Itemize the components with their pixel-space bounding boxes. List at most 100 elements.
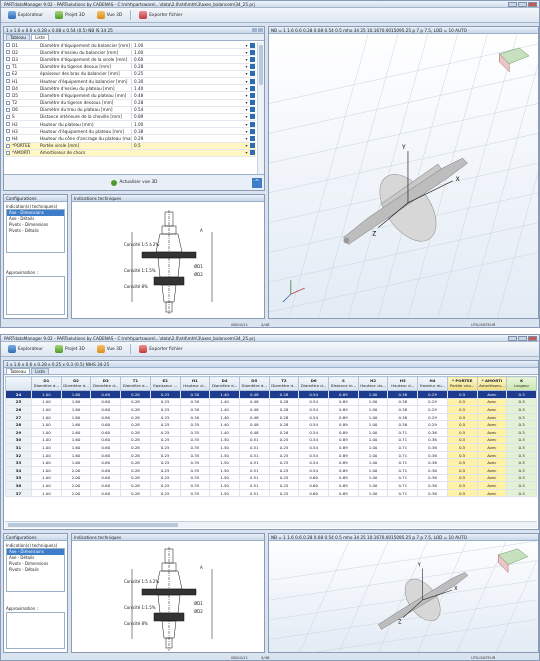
parameter-value[interactable]: 1.00	[131, 42, 244, 48]
explorer-button[interactable]: Explorateur	[4, 343, 47, 355]
table-cell[interactable]: 0.48	[238, 390, 270, 399]
table-cell[interactable]: 0.29	[417, 405, 448, 414]
table-cell[interactable]: 0.30	[179, 397, 211, 407]
table-cell[interactable]: 1.50	[209, 435, 240, 445]
indication-item[interactable]: Pivots - Détails	[7, 228, 64, 234]
table-cell[interactable]: 0.54	[298, 450, 330, 460]
table-cell[interactable]: 0.54	[298, 390, 330, 399]
table-row[interactable]: 26 1.00 1.60 0.60 0.28 0.25 0.30 1.40 0.48 0.28 0.…	[5, 405, 537, 414]
panel-pin-icon[interactable]	[252, 28, 257, 32]
table-cell[interactable]: 0.36	[417, 465, 448, 475]
table-cell[interactable]: 0.60	[90, 435, 122, 445]
table-cell[interactable]: 1.60	[60, 412, 92, 422]
table-cell[interactable]: 0.25	[149, 458, 181, 467]
export-button[interactable]: Exporter fichier	[135, 343, 186, 355]
table-cell[interactable]: 0.60	[90, 443, 122, 452]
column-header[interactable]: H4 Hauteur du...	[417, 376, 448, 391]
table-cell[interactable]: 0.28	[120, 412, 151, 422]
table-cell[interactable]: 1.00	[357, 427, 389, 437]
parameter-checkbox[interactable]	[6, 114, 10, 119]
table-cell[interactable]: 1.40	[209, 420, 240, 429]
3d-scene[interactable]: Y X Z	[269, 34, 538, 318]
table-cell[interactable]: 0.36	[417, 488, 448, 498]
column-header[interactable]: T2 Diamètre d...	[268, 376, 300, 391]
explorer-button[interactable]: Explorateur	[4, 9, 47, 21]
table-cell[interactable]: 0.89	[328, 412, 359, 422]
table-cell[interactable]: 1.00	[357, 435, 389, 445]
table-cell[interactable]: 0.71	[387, 450, 419, 460]
table-cell[interactable]: 0.35	[179, 458, 211, 467]
tab-tableau[interactable]: Tableau	[6, 368, 31, 374]
table-cell[interactable]: 0.25	[149, 443, 181, 452]
table-cell[interactable]: 0.5	[446, 458, 478, 467]
parameter-checkbox[interactable]	[6, 100, 10, 105]
table-cell[interactable]: 1.00	[357, 412, 389, 422]
info-icon[interactable]	[250, 42, 255, 48]
3d-scene[interactable]: Y X Z	[269, 541, 538, 652]
table-cell[interactable]: Avec	[476, 450, 508, 460]
table-cell[interactable]: 0.38	[387, 405, 419, 414]
table-cell[interactable]: 1.00	[357, 488, 389, 498]
table-cell[interactable]: 0.3	[506, 473, 537, 483]
table-cell[interactable]: 1.40	[209, 405, 240, 414]
table-cell[interactable]: 1.00	[31, 458, 62, 467]
table-cell[interactable]: 0.60	[90, 458, 122, 467]
table-cell[interactable]: 0.89	[328, 458, 359, 467]
table-cell[interactable]: 1.00	[31, 427, 62, 437]
parameter-checkbox[interactable]	[6, 122, 10, 127]
table-cell[interactable]: 0.5	[446, 481, 478, 490]
table-cell[interactable]: 0.35	[179, 450, 211, 460]
dropdown-arrow-icon[interactable]: ▾	[244, 93, 249, 98]
table-cell[interactable]: 1.60	[60, 435, 92, 445]
table-cell[interactable]: 0.25	[268, 435, 300, 445]
table-cell[interactable]: 0.89	[328, 435, 359, 445]
parameter-row[interactable]: *PORTEE Portée virole [mm] 0.5 ▾	[5, 142, 256, 150]
table-cell[interactable]: 0.71	[387, 488, 419, 498]
table-cell[interactable]: 0.5	[446, 488, 478, 498]
parameter-row[interactable]: D5 Diamètre d'équipement du plateau [mm] 0…	[5, 92, 256, 100]
table-cell[interactable]: 0.28	[268, 405, 300, 414]
table-cell[interactable]: 0.60	[90, 427, 122, 437]
info-icon[interactable]	[250, 49, 255, 55]
minimize-button[interactable]	[508, 335, 517, 341]
table-cell[interactable]: 1.40	[209, 397, 240, 407]
dropdown-arrow-icon[interactable]: ▾	[244, 50, 249, 55]
table-cell[interactable]: 0.89	[328, 473, 359, 483]
table-cell[interactable]: 0.51	[238, 435, 270, 445]
table-cell[interactable]: 0.5	[446, 435, 478, 445]
table-cell[interactable]: 1.60	[60, 420, 92, 429]
table-cell[interactable]: 0.30	[179, 405, 211, 414]
table-cell[interactable]: 0.28	[120, 450, 151, 460]
table-cell[interactable]: 1.50	[209, 465, 240, 475]
table-cell[interactable]: 0.60	[90, 397, 122, 407]
table-cell[interactable]: 0.60	[90, 473, 122, 483]
table-cell[interactable]: 2.00	[60, 473, 92, 483]
table-cell[interactable]: 1.00	[31, 443, 62, 452]
table-cell[interactable]: Avec	[476, 488, 508, 498]
table-cell[interactable]: 0.28	[268, 412, 300, 422]
table-cell[interactable]: 1.00	[357, 397, 389, 407]
column-header[interactable]: E2 Epaisseur ...	[149, 376, 181, 391]
table-cell[interactable]: 0.48	[238, 427, 270, 437]
table-cell[interactable]: 0.25	[268, 458, 300, 467]
table-cell[interactable]: 0.51	[238, 465, 270, 475]
tab-liste[interactable]: Liste	[31, 34, 49, 40]
table-cell[interactable]: 1.00	[31, 405, 62, 414]
table-cell[interactable]: 0.89	[328, 427, 359, 437]
table-cell[interactable]: Avec	[476, 473, 508, 483]
info-icon[interactable]	[250, 107, 255, 113]
table-cell[interactable]: 1.60	[60, 427, 92, 437]
table-cell[interactable]: 0.3	[506, 443, 537, 452]
column-header[interactable]: K Largeur	[506, 376, 537, 391]
table-cell[interactable]: 0.54	[298, 443, 330, 452]
table-cell[interactable]: 0.36	[417, 473, 448, 483]
table-cell[interactable]: 0.25	[268, 450, 300, 460]
table-cell[interactable]: 0.25	[149, 390, 181, 399]
table-cell[interactable]: 0.60	[90, 390, 122, 399]
export-button[interactable]: Exporter fichier	[135, 9, 186, 21]
table-cell[interactable]: 0.3	[506, 420, 537, 429]
table-row[interactable]: 24 1.00 1.60 0.60 0.28 0.25 0.30 1.40 0.48 0.28 0.…	[5, 390, 537, 399]
parameter-checkbox[interactable]	[6, 43, 10, 48]
table-cell[interactable]: 0.28	[120, 405, 151, 414]
view3d-button[interactable]: Vue 3D	[93, 9, 126, 21]
